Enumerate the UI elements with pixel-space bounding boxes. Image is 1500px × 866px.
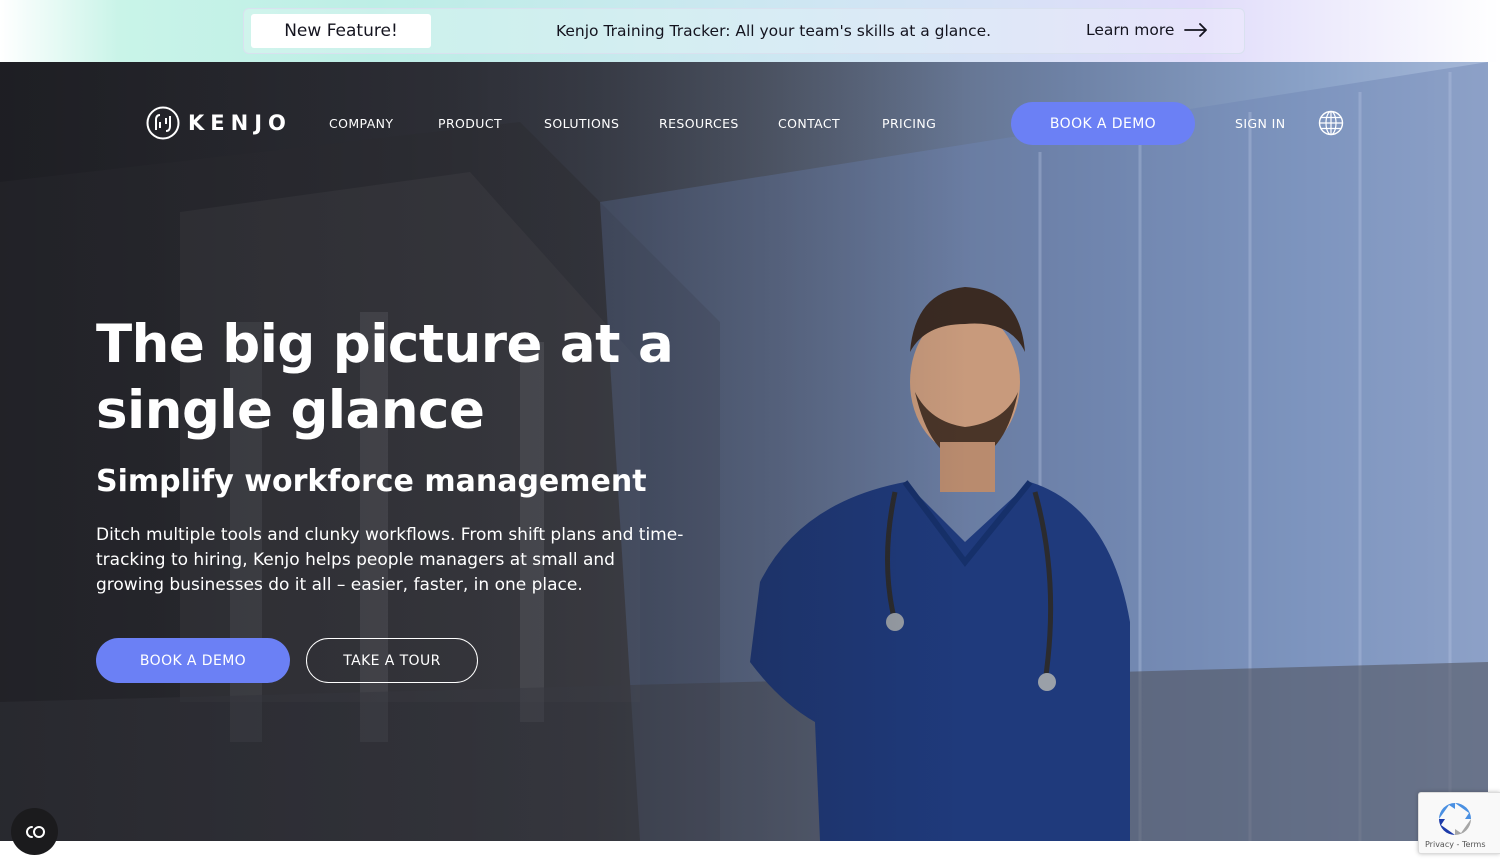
- recaptcha-icon: [1439, 803, 1471, 835]
- kenjo-logo[interactable]: KENJO: [146, 106, 292, 140]
- announcement-bar: New Feature! Kenjo Training Tracker: All…: [0, 0, 1500, 62]
- sign-in-link[interactable]: SIGN IN: [1235, 116, 1285, 131]
- globe-icon[interactable]: [1318, 110, 1344, 136]
- announcement-box: New Feature! Kenjo Training Tracker: All…: [243, 8, 1245, 54]
- nav-product[interactable]: PRODUCT: [438, 116, 502, 131]
- logo-text: KENJO: [188, 111, 292, 135]
- recaptcha-badge[interactable]: Privacy - Terms: [1418, 792, 1500, 854]
- nav-company[interactable]: COMPANY: [329, 116, 393, 131]
- hero-description: Ditch multiple tools and clunky workflow…: [96, 525, 684, 595]
- nav-pricing[interactable]: PRICING: [882, 116, 936, 131]
- new-feature-badge: New Feature!: [251, 14, 431, 48]
- hero-section: KENJO COMPANY PRODUCT SOLUTIONS RESOURCE…: [0, 62, 1488, 841]
- nav-contact[interactable]: CONTACT: [778, 116, 840, 131]
- book-demo-hero-button[interactable]: BOOK A DEMO: [96, 638, 290, 683]
- cookie-settings-icon: [25, 825, 45, 838]
- nav-resources[interactable]: RESOURCES: [659, 116, 739, 131]
- announcement-text: Kenjo Training Tracker: All your team's …: [556, 22, 992, 40]
- right-edge-strip: [1488, 62, 1500, 841]
- learn-more-link[interactable]: Learn more: [1086, 21, 1208, 39]
- learn-more-label: Learn more: [1086, 21, 1175, 39]
- hero-subtitle: Simplify workforce management: [96, 464, 647, 499]
- book-demo-nav-button[interactable]: BOOK A DEMO: [1011, 102, 1195, 145]
- cookie-settings-button[interactable]: [11, 808, 58, 855]
- hero-overlay: [0, 62, 1488, 841]
- bottom-strip: [0, 841, 1418, 866]
- nav-solutions[interactable]: SOLUTIONS: [544, 116, 619, 131]
- hero-title: The big picture at a single glance: [96, 314, 674, 441]
- take-tour-button[interactable]: TAKE A TOUR: [306, 638, 478, 683]
- arrow-right-icon: [1184, 23, 1208, 37]
- recaptcha-links[interactable]: Privacy - Terms: [1425, 840, 1486, 849]
- kenjo-logo-icon: [146, 106, 180, 140]
